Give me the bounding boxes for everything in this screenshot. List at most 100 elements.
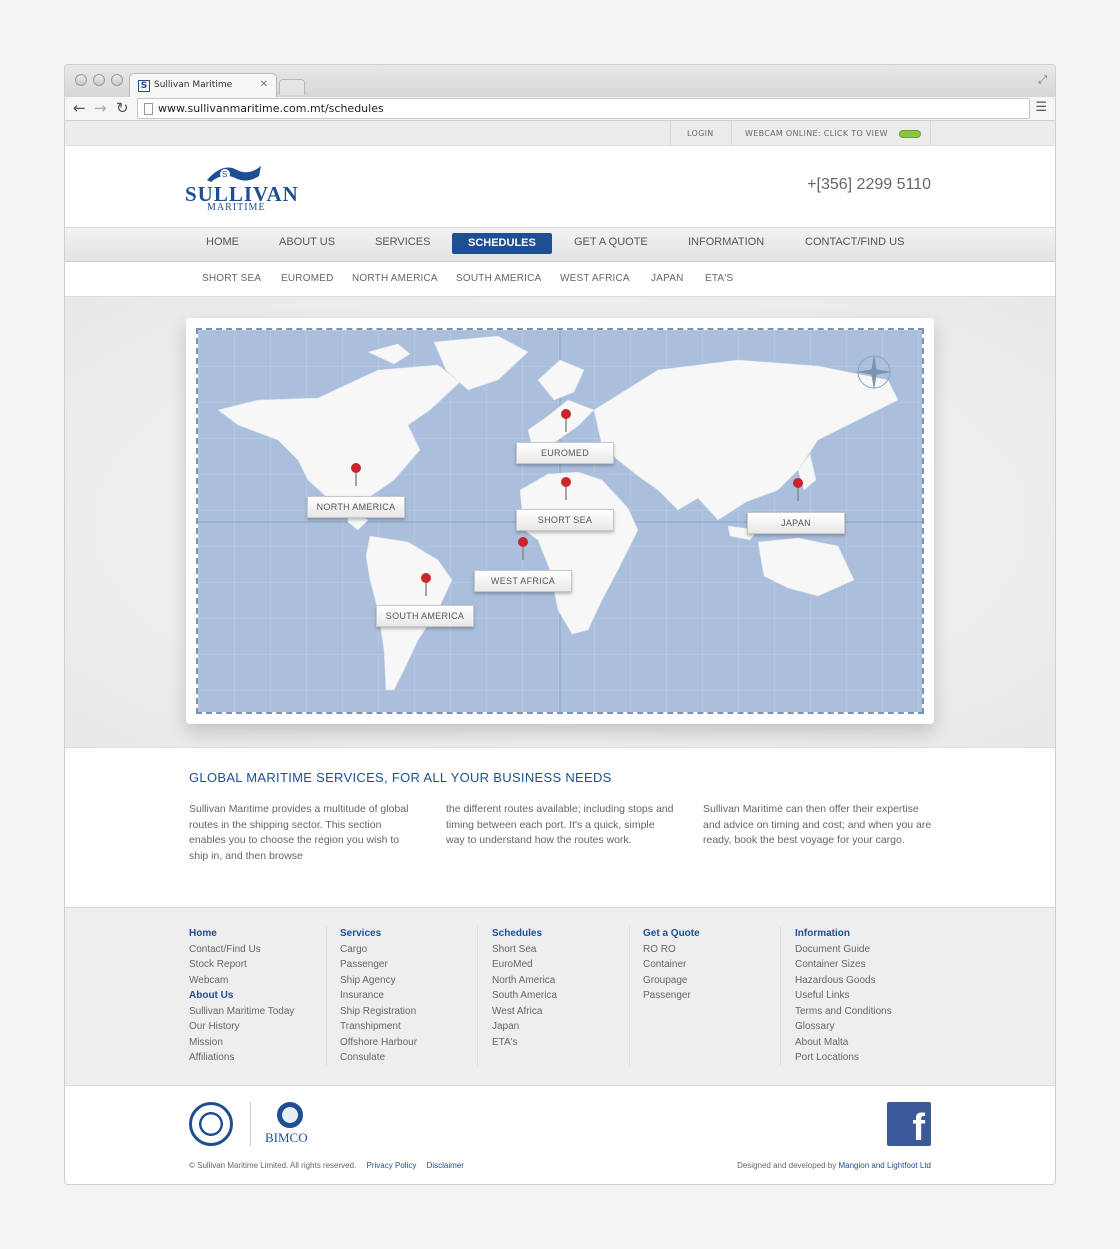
footer-link[interactable]: Stock Report [189, 957, 326, 973]
footer-heading-link[interactable]: About Us [189, 988, 326, 1004]
disclaimer-link[interactable]: Disclaimer [427, 1161, 464, 1170]
close-window-button[interactable] [75, 74, 87, 86]
designer-link[interactable]: Mangion and Lightfoot Ltd [838, 1161, 931, 1170]
map-label-japan[interactable]: JAPAN [747, 512, 845, 534]
quality-standard-logo [189, 1102, 233, 1146]
login-link[interactable]: LOGIN [670, 121, 731, 146]
back-icon[interactable]: ← [73, 99, 86, 117]
browser-tab[interactable]: S Sullivan Maritime ✕ [129, 73, 277, 97]
minimize-window-button[interactable] [93, 74, 105, 86]
footer-link[interactable]: Hazardous Goods [795, 973, 933, 989]
footer-link[interactable]: South America [492, 988, 629, 1004]
footer-column-schedules: Schedules Short Sea EuroMed North America So… [492, 926, 630, 1066]
svg-text:S: S [222, 170, 227, 179]
footer-link[interactable]: Ship Agency [340, 973, 477, 989]
main-navigation: HOME ABOUT US SERVICES SCHEDULES GET A Q… [65, 228, 1055, 262]
footer-link[interactable]: Glossary [795, 1019, 933, 1035]
url-input[interactable]: www.sullivanmaritime.com.mt/schedules [137, 98, 1030, 119]
reload-icon[interactable]: ↻ [116, 99, 129, 117]
world-map: EUROMED NORTH AMERICA SHORT SEA JAPAN WE… [196, 328, 924, 714]
url-text: www.sullivanmaritime.com.mt/schedules [158, 102, 384, 115]
footer-heading-link[interactable]: Schedules [492, 926, 629, 942]
map-label-north-america[interactable]: NORTH AMERICA [307, 496, 405, 518]
footer-heading-link[interactable]: Services [340, 926, 477, 942]
hero-map-section: EUROMED NORTH AMERICA SHORT SEA JAPAN WE… [65, 297, 1055, 748]
footer-link[interactable]: Passenger [340, 957, 477, 973]
browser-menu-icon[interactable]: ☰ [1035, 100, 1047, 115]
footer-link[interactable]: Groupage [643, 973, 780, 989]
footer-link[interactable]: Terms and Conditions [795, 1004, 933, 1020]
footer-column-get-a-quote: Get a Quote RO RO Container Groupage Passeng… [643, 926, 781, 1066]
map-label-south-america[interactable]: SOUTH AMERICA [376, 605, 474, 627]
webcam-link[interactable]: WEBCAM ONLINE: CLICK TO VIEW [731, 121, 931, 146]
map-pin-icon [793, 478, 803, 501]
subnav-short-sea[interactable]: SHORT SEA [202, 273, 261, 284]
footer-link[interactable]: Document Guide [795, 942, 933, 958]
footer-link[interactable]: Affiliations [189, 1050, 326, 1066]
footer-link[interactable]: Cargo [340, 942, 477, 958]
browser-titlebar: S Sullivan Maritime ✕ ⤢ [65, 65, 1055, 97]
tab-title: Sullivan Maritime [154, 80, 233, 90]
footer-link[interactable]: Port Locations [795, 1050, 933, 1066]
footer-link[interactable]: Ship Registration [340, 1004, 477, 1020]
subnav-south-america[interactable]: SOUTH AMERICA [456, 273, 541, 284]
zoom-window-button[interactable] [111, 74, 123, 86]
footer-link[interactable]: Our History [189, 1019, 326, 1035]
fullscreen-icon[interactable]: ⤢ [1038, 73, 1047, 87]
footer-link[interactable]: Sullivan Maritime Today [189, 1004, 326, 1020]
window-controls [75, 74, 123, 86]
flag-icon: S [207, 166, 261, 182]
forward-icon[interactable]: → [94, 99, 107, 117]
intro-section: GLOBAL MARITIME SERVICES, FOR ALL YOUR B… [65, 748, 1055, 908]
footer-link[interactable]: Consulate [340, 1050, 477, 1066]
footer-link[interactable]: Container [643, 957, 780, 973]
footer-link[interactable]: Useful Links [795, 988, 933, 1004]
browser-window: S Sullivan Maritime ✕ ⤢ ← → ↻ www.sulliv… [64, 64, 1056, 1185]
map-label-short-sea[interactable]: SHORT SEA [516, 509, 614, 531]
webcam-status-indicator [899, 130, 920, 137]
footer-heading-link[interactable]: Home [189, 926, 326, 942]
nav-schedules[interactable]: SCHEDULES [452, 233, 552, 254]
subnav-etas[interactable]: ETA'S [705, 273, 733, 284]
nav-about-us[interactable]: ABOUT US [279, 236, 335, 248]
subnav-west-africa[interactable]: WEST AFRICA [560, 273, 630, 284]
privacy-policy-link[interactable]: Privacy Policy [367, 1161, 417, 1170]
map-label-west-africa[interactable]: WEST AFRICA [474, 570, 572, 592]
footer-link[interactable]: Passenger [643, 988, 780, 1004]
footer-link[interactable]: Mission [189, 1035, 326, 1051]
footer-link[interactable]: ETA's [492, 1035, 629, 1051]
footer-link[interactable]: RO RO [643, 942, 780, 958]
nav-home[interactable]: HOME [206, 236, 239, 248]
footer-link[interactable]: Container Sizes [795, 957, 933, 973]
footer-column-information: Information Document Guide Container Sizes… [795, 926, 933, 1066]
close-tab-icon[interactable]: ✕ [260, 79, 268, 90]
footer-heading-link[interactable]: Get a Quote [643, 926, 780, 942]
copyright-text: © Sullivan Maritime Limited. All rights … [189, 1161, 357, 1170]
footer-heading-link[interactable]: Information [795, 926, 933, 942]
footer-link[interactable]: Offshore Harbour [340, 1035, 477, 1051]
footer-link[interactable]: Transhipment [340, 1019, 477, 1035]
nav-information[interactable]: INFORMATION [688, 236, 764, 248]
subnav-euromed[interactable]: EUROMED [281, 273, 334, 284]
intro-heading: GLOBAL MARITIME SERVICES, FOR ALL YOUR B… [189, 770, 612, 785]
footer-link[interactable]: About Malta [795, 1035, 933, 1051]
footer-link[interactable]: Insurance [340, 988, 477, 1004]
footer-link[interactable]: Short Sea [492, 942, 629, 958]
map-label-euromed[interactable]: EUROMED [516, 442, 614, 464]
intro-text-col3: Sullivan Maritime can then offer their e… [703, 803, 932, 846]
subnav-japan[interactable]: JAPAN [651, 273, 684, 284]
footer-link[interactable]: Webcam [189, 973, 326, 989]
footer-link[interactable]: EuroMed [492, 957, 629, 973]
nav-contact[interactable]: CONTACT/FIND US [805, 236, 904, 248]
footer-link[interactable]: West Africa [492, 1004, 629, 1020]
facebook-icon[interactable]: f [887, 1102, 931, 1146]
new-tab-button[interactable] [279, 79, 305, 95]
subnav-north-america[interactable]: NORTH AMERICA [352, 273, 438, 284]
footer-link[interactable]: North America [492, 973, 629, 989]
nav-get-a-quote[interactable]: GET A QUOTE [574, 236, 648, 248]
login-label: LOGIN [687, 129, 714, 138]
footer-link[interactable]: Contact/Find Us [189, 942, 326, 958]
footer-link[interactable]: Japan [492, 1019, 629, 1035]
logo[interactable]: S SULLIVAN MARITIME [185, 160, 298, 213]
nav-services[interactable]: SERVICES [375, 236, 430, 248]
